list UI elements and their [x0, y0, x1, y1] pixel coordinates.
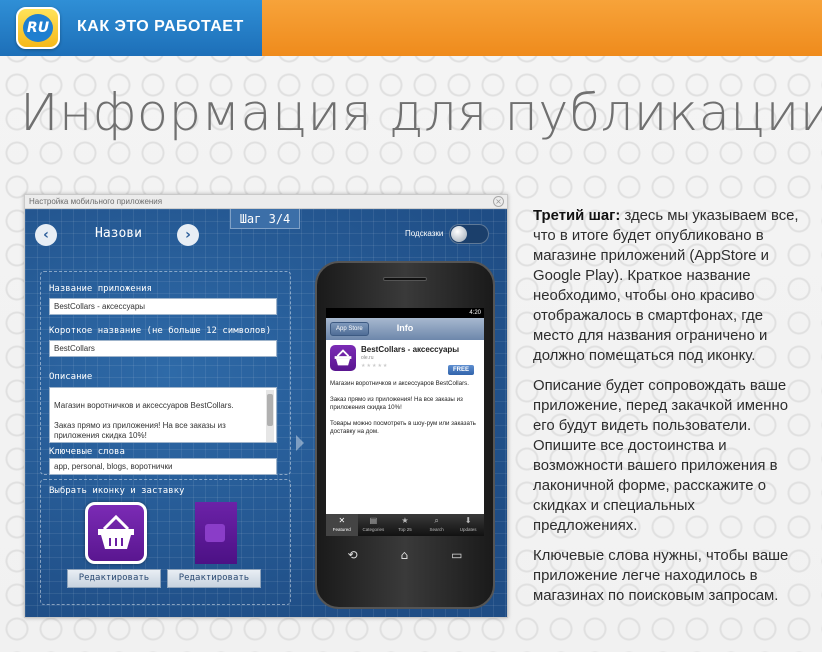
basket-icon	[98, 514, 134, 549]
store-app-site: ole.ru	[361, 355, 374, 361]
store-tabbar: ✕ Featured ▤ Categories ★ Top 25 ⌕ Search ⬇ U…	[326, 514, 484, 536]
icon-section-label: Выбрать иконку и заставку	[49, 486, 185, 496]
page-title: Информация для публикации	[20, 84, 822, 143]
basket-icon	[334, 349, 352, 366]
logo-text: RU	[23, 14, 53, 42]
close-icon[interactable]: ×	[493, 196, 504, 207]
search-icon: ⌕	[434, 516, 439, 525]
step-heading: Третий шаг:	[533, 208, 621, 224]
tab-featured[interactable]: ✕ Featured	[326, 514, 358, 536]
description-scrollbar[interactable]	[266, 390, 274, 442]
tab-top25[interactable]: ★ Top 25	[389, 514, 421, 536]
status-bar: 4:20	[326, 308, 484, 318]
free-badge[interactable]: FREE	[448, 365, 474, 375]
app-icon-preview[interactable]	[85, 502, 147, 564]
tab-updates[interactable]: ⬇ Updates	[452, 514, 484, 536]
featured-icon: ✕	[338, 516, 346, 525]
phone-speaker	[383, 277, 427, 281]
back-key-icon[interactable]: ⟲	[347, 548, 357, 562]
store-app-icon	[330, 345, 356, 371]
app-name-label: Название приложения	[49, 284, 152, 294]
star-icon: ★	[401, 516, 409, 525]
header-bar: RU КАК ЭТО РАБОТАЕТ	[0, 0, 822, 56]
phone-preview: 4:20 App Store Info BestCollars - аксесс…	[315, 261, 495, 609]
edit-icon-button[interactable]: Редактировать	[67, 569, 161, 588]
scroll-thumb[interactable]	[267, 394, 273, 426]
step-indicator: Шаг 3/4	[230, 209, 300, 229]
paragraph-description: Описание будет сопровождать ваше приложе…	[533, 378, 789, 534]
toggle-knob[interactable]	[451, 226, 467, 242]
tab-label: Categories	[362, 527, 385, 532]
arrow-right-icon	[296, 435, 304, 451]
window-title: Настройка мобильного приложения	[29, 197, 163, 206]
logo[interactable]: RU	[16, 7, 60, 49]
hints-label: Подсказки	[405, 229, 444, 238]
step-title: Назови	[95, 226, 142, 241]
paragraph-keywords: Ключевые слова нужны, чтобы ваше приложе…	[533, 548, 789, 604]
menu-key-icon[interactable]: ▭	[451, 548, 462, 562]
short-name-input[interactable]: BestCollars	[49, 340, 277, 357]
store-navbar: App Store Info	[326, 318, 484, 340]
app-settings-window: Настройка мобильного приложения × Шаг 3/…	[24, 194, 508, 618]
keywords-label: Ключевые слова	[49, 447, 125, 457]
tab-categories[interactable]: ▤ Categories	[358, 514, 390, 536]
tab-label: Updates	[459, 527, 477, 532]
window-titlebar: Настройка мобильного приложения ×	[25, 195, 507, 209]
blueprint-area: Шаг 3/4 ‹ Назови › Подсказки Название пр…	[25, 209, 507, 617]
tab-label: Top 25	[398, 527, 412, 532]
home-key-icon[interactable]: ⌂	[401, 548, 409, 562]
keywords-input[interactable]: app, personal, blogs, воротнички	[49, 458, 277, 475]
header-title: КАК ЭТО РАБОТАЕТ	[77, 18, 244, 35]
splash-basket-icon	[205, 524, 225, 542]
description-panel: Третий шаг: здесь мы указываем все, что …	[533, 206, 803, 616]
app-name-input[interactable]: BestCollars - аксессуары	[49, 298, 277, 315]
step-text: здесь мы указываем все, что в итоге буде…	[533, 208, 799, 364]
categories-icon: ▤	[369, 516, 378, 525]
store-nav-title: Info	[396, 323, 414, 333]
store-description: Магазин воротничков и аксессуаров BestCo…	[330, 380, 476, 435]
tab-label: Featured	[332, 527, 351, 532]
tab-search[interactable]: ⌕ Search	[421, 514, 453, 536]
phone-nav-keys: ⟲ ⌂ ▭	[326, 543, 484, 567]
paragraph-step: Третий шаг: здесь мы указываем все, что …	[533, 206, 803, 366]
store-app-name: BestCollars - аксессуары	[361, 345, 460, 354]
splash-preview[interactable]	[195, 502, 237, 564]
short-name-label: Короткое название (не больше 12 символов…	[49, 326, 272, 336]
arrow-right-icon[interactable]: ›	[177, 224, 199, 246]
tab-label: Search	[429, 527, 444, 532]
icon-splash-section: Выбрать иконку и заставку Редактировать …	[40, 479, 291, 605]
hints-toggle[interactable]	[449, 224, 489, 244]
download-icon: ⬇	[464, 516, 472, 525]
arrow-left-icon[interactable]: ‹	[35, 224, 57, 246]
description-text: Магазин воротничков и аксессуаров BestCo…	[54, 401, 234, 440]
description-label: Описание	[49, 372, 93, 382]
description-textarea[interactable]: Магазин воротничков и аксессуаров BestCo…	[49, 387, 277, 443]
phone-screen: 4:20 App Store Info BestCollars - аксесс…	[326, 308, 484, 536]
rating-stars: ★★★★★	[361, 363, 389, 369]
edit-splash-button[interactable]: Редактировать	[167, 569, 261, 588]
name-form: Название приложения BestCollars - аксесс…	[40, 271, 291, 475]
header-left: RU КАК ЭТО РАБОТАЕТ	[0, 0, 262, 56]
header-accent	[262, 0, 822, 56]
